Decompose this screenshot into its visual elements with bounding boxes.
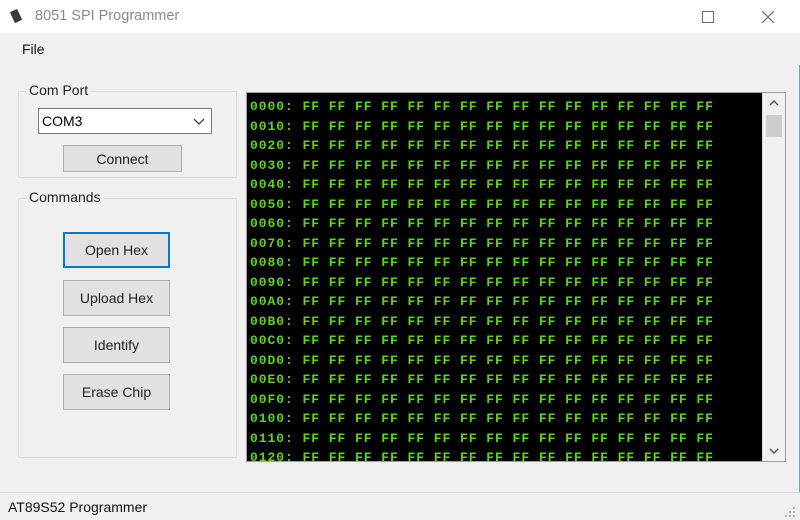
hex-row-address: 0080: (250, 255, 294, 270)
hex-row: 00B0: FF FF FF FF FF FF FF FF FF FF FF F… (250, 312, 714, 332)
hex-row: 0030: FF FF FF FF FF FF FF FF FF FF FF F… (250, 156, 714, 176)
main-window: 8051 SPI Programmer File Com Port COM3 C… (0, 0, 800, 520)
hex-row-address: 0070: (250, 235, 294, 251)
hex-view[interactable]: 0000: FF FF FF FF FF FF FF FF FF FF FF F… (246, 92, 786, 462)
hex-row-address: 0110: (250, 430, 294, 446)
close-button[interactable] (745, 0, 791, 33)
hex-row-address: 0010: (250, 118, 294, 134)
vertical-scrollbar[interactable] (762, 93, 785, 461)
hex-row-bytes: FF FF FF FF FF FF FF FF FF FF FF FF FF F… (302, 196, 714, 212)
hex-row-bytes: FF FF FF FF FF FF FF FF FF FF FF FF FF F… (302, 294, 714, 309)
hex-row: 0070: FF FF FF FF FF FF FF FF FF FF FF F… (250, 234, 714, 254)
hex-row-bytes: FF FF FF FF FF FF FF FF FF FF FF FF FF F… (302, 352, 714, 368)
hex-row: 0080: FF FF FF FF FF FF FF FF FF FF FF F… (250, 253, 714, 273)
hex-row-bytes: FF FF FF FF FF FF FF FF FF FF FF FF FF F… (302, 313, 714, 329)
hex-row-bytes: FF FF FF FF FF FF FF FF FF FF FF FF FF F… (302, 216, 714, 231)
hex-row: 00E0: FF FF FF FF FF FF FF FF FF FF FF F… (250, 370, 714, 390)
hex-row-bytes: FF FF FF FF FF FF FF FF FF FF FF FF FF F… (302, 274, 714, 290)
hex-row: 0120: FF FF FF FF FF FF FF FF FF FF FF F… (250, 448, 714, 462)
hex-row: 0000: FF FF FF FF FF FF FF FF FF FF FF F… (250, 97, 714, 117)
commands-group-label: Commands (27, 189, 103, 205)
connect-button[interactable]: Connect (63, 145, 182, 172)
hex-row-bytes: FF FF FF FF FF FF FF FF FF FF FF FF FF F… (302, 118, 714, 134)
hex-row-address: 0060: (250, 216, 294, 231)
close-icon (762, 10, 774, 23)
scroll-thumb[interactable] (766, 115, 782, 137)
status-text: AT89S52 Programmer (8, 499, 148, 515)
chip-icon (10, 9, 22, 23)
com-port-combo[interactable]: COM3 (38, 108, 212, 134)
hex-row-bytes: FF FF FF FF FF FF FF FF FF FF FF FF FF F… (302, 157, 714, 173)
status-bar: AT89S52 Programmer (0, 492, 800, 520)
hex-row: 00C0: FF FF FF FF FF FF FF FF FF FF FF F… (250, 331, 714, 351)
scroll-up-button[interactable] (763, 93, 785, 113)
hex-row-address: 0000: (250, 99, 294, 114)
hex-row: 00D0: FF FF FF FF FF FF FF FF FF FF FF F… (250, 351, 714, 371)
com-port-group-label: Com Port (27, 82, 91, 98)
chevron-down-icon (769, 448, 779, 455)
hex-row-bytes: FF FF FF FF FF FF FF FF FF FF FF FF FF F… (302, 333, 714, 348)
hex-row-address: 00C0: (250, 333, 294, 348)
maximize-button[interactable] (685, 0, 731, 33)
hex-row-address: 00E0: (250, 372, 294, 387)
hex-row-address: 0030: (250, 157, 294, 173)
hex-row-address: 0120: (250, 450, 294, 462)
hex-row-address: 0100: (250, 411, 294, 426)
menu-file[interactable]: File (22, 41, 45, 57)
hex-row: 0040: FF FF FF FF FF FF FF FF FF FF FF F… (250, 175, 714, 195)
menu-bar: File (0, 33, 800, 65)
hex-row: 0110: FF FF FF FF FF FF FF FF FF FF FF F… (250, 429, 714, 449)
hex-row-address: 0040: (250, 177, 294, 192)
hex-row-bytes: FF FF FF FF FF FF FF FF FF FF FF FF FF F… (302, 430, 714, 446)
hex-row-address: 00F0: (250, 391, 294, 407)
hex-row: 0100: FF FF FF FF FF FF FF FF FF FF FF F… (250, 409, 714, 429)
hex-row-bytes: FF FF FF FF FF FF FF FF FF FF FF FF FF F… (302, 411, 714, 426)
window-title: 8051 SPI Programmer (35, 8, 180, 24)
identify-button[interactable]: Identify (63, 327, 170, 363)
hex-row-address: 00B0: (250, 313, 294, 329)
hex-lines: 0000: FF FF FF FF FF FF FF FF FF FF FF F… (250, 97, 714, 462)
hex-row-address: 0050: (250, 196, 294, 212)
hex-row-address: 0090: (250, 274, 294, 290)
maximize-icon (702, 10, 714, 23)
hex-row: 0060: FF FF FF FF FF FF FF FF FF FF FF F… (250, 214, 714, 234)
hex-row: 00A0: FF FF FF FF FF FF FF FF FF FF FF F… (250, 292, 714, 312)
hex-row-bytes: FF FF FF FF FF FF FF FF FF FF FF FF FF F… (302, 391, 714, 407)
open-hex-button[interactable]: Open Hex (63, 232, 170, 268)
scroll-down-button[interactable] (763, 441, 785, 461)
chevron-down-icon (193, 118, 205, 125)
hex-row: 0050: FF FF FF FF FF FF FF FF FF FF FF F… (250, 195, 714, 215)
hex-row-bytes: FF FF FF FF FF FF FF FF FF FF FF FF FF F… (302, 177, 714, 192)
hex-row: 0020: FF FF FF FF FF FF FF FF FF FF FF F… (250, 136, 714, 156)
hex-row: 0010: FF FF FF FF FF FF FF FF FF FF FF F… (250, 117, 714, 137)
hex-row: 00F0: FF FF FF FF FF FF FF FF FF FF FF F… (250, 390, 714, 410)
hex-row-bytes: FF FF FF FF FF FF FF FF FF FF FF FF FF F… (302, 99, 714, 114)
hex-row-bytes: FF FF FF FF FF FF FF FF FF FF FF FF FF F… (302, 372, 714, 387)
resize-grip-icon[interactable] (784, 506, 796, 518)
chevron-up-icon (769, 99, 779, 106)
upload-hex-button[interactable]: Upload Hex (63, 280, 170, 316)
hex-row-bytes: FF FF FF FF FF FF FF FF FF FF FF FF FF F… (302, 235, 714, 251)
hex-row-bytes: FF FF FF FF FF FF FF FF FF FF FF FF FF F… (302, 138, 714, 153)
hex-row: 0090: FF FF FF FF FF FF FF FF FF FF FF F… (250, 273, 714, 293)
hex-row-bytes: FF FF FF FF FF FF FF FF FF FF FF FF FF F… (302, 255, 714, 270)
hex-row-address: 00D0: (250, 352, 294, 368)
hex-row-address: 0020: (250, 138, 294, 153)
com-port-value: COM3 (42, 113, 83, 129)
title-bar[interactable]: 8051 SPI Programmer (0, 0, 800, 33)
hex-row-bytes: FF FF FF FF FF FF FF FF FF FF FF FF FF F… (302, 450, 714, 462)
hex-row-address: 00A0: (250, 294, 294, 309)
erase-chip-button[interactable]: Erase Chip (63, 374, 170, 410)
